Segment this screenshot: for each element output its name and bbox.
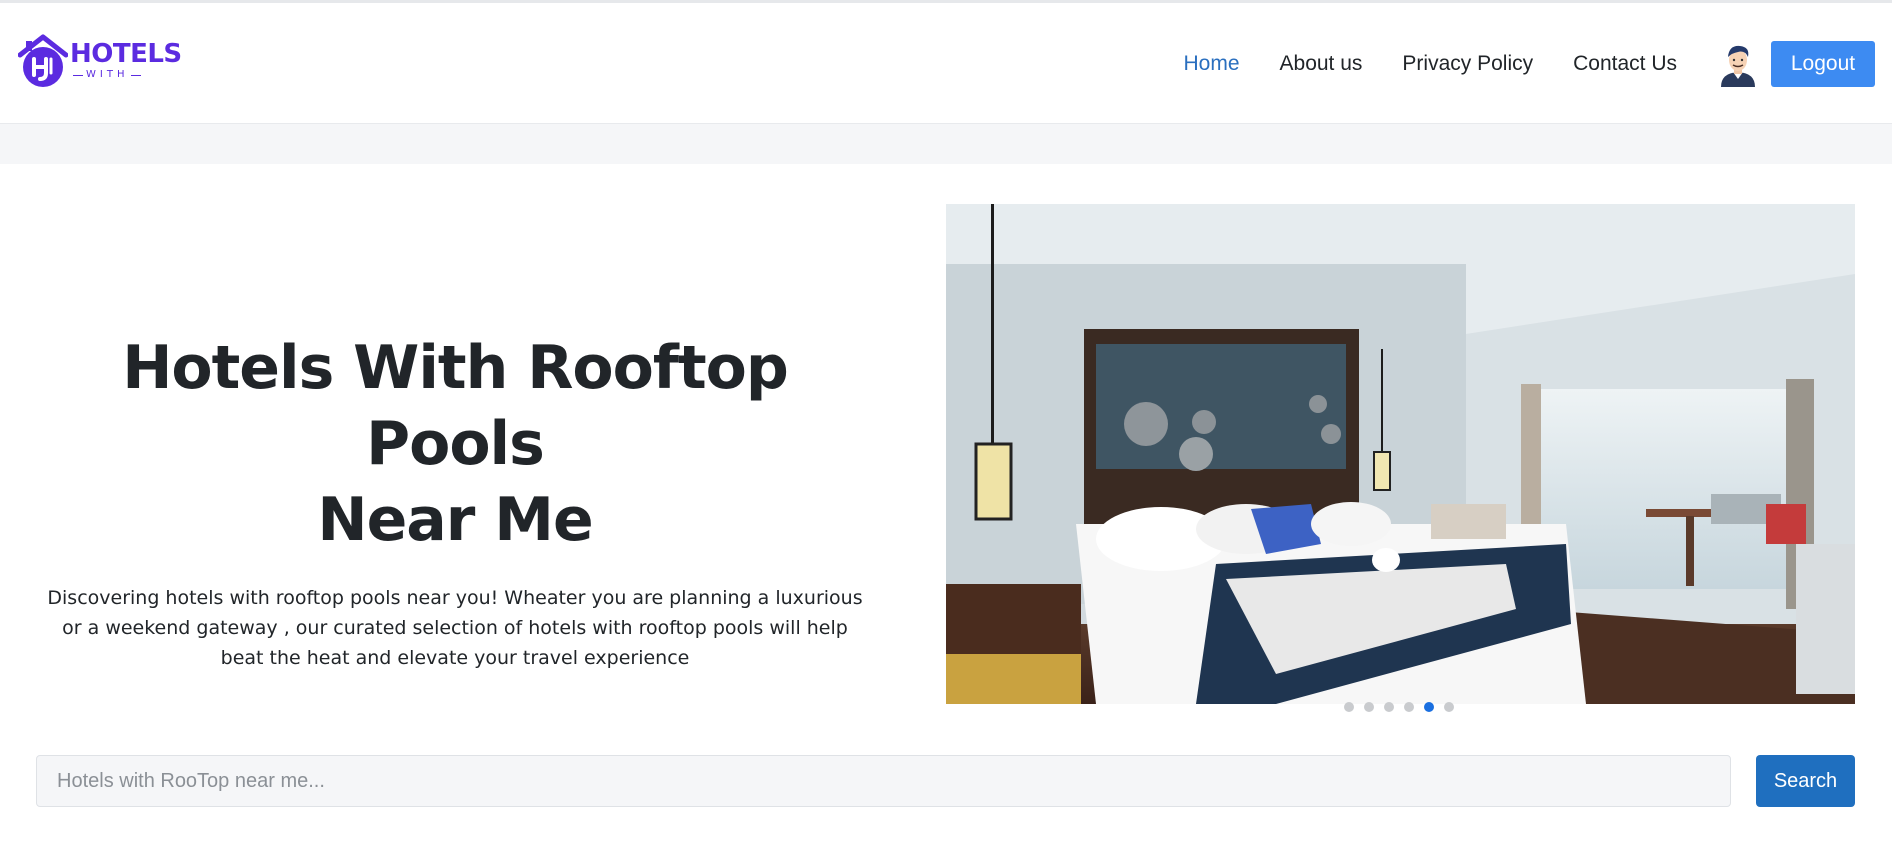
carousel-dot[interactable]: [1384, 702, 1394, 712]
navbar: HOTELS WITH Home About us Privacy Policy…: [0, 3, 1892, 124]
search-input[interactable]: [36, 755, 1731, 807]
brand-subtitle: WITH: [70, 69, 182, 81]
carousel-indicators: [1344, 702, 1464, 712]
nav-contact-us[interactable]: Contact Us: [1573, 52, 1677, 76]
user-avatar-icon[interactable]: [1717, 41, 1759, 87]
carousel-dot[interactable]: [1444, 702, 1454, 712]
hero-title-line2: Near Me: [317, 485, 593, 555]
hotel-room-photo: [946, 204, 1855, 704]
carousel-dot[interactable]: [1344, 702, 1354, 712]
nav-privacy-policy[interactable]: Privacy Policy: [1402, 52, 1533, 76]
search-button[interactable]: Search: [1756, 755, 1855, 807]
hotel-room-carousel[interactable]: [946, 204, 1855, 704]
hero-text: Hotels With Rooftop Pools Near Me Discov…: [40, 330, 870, 673]
hero-title-line1: Hotels With Rooftop Pools: [122, 333, 789, 479]
house-logo-icon: [18, 34, 68, 87]
main-nav: Home About us Privacy Policy Contact Us …: [1183, 41, 1892, 87]
hero-description: Discovering hotels with rooftop pools ne…: [47, 587, 863, 669]
carousel-dot[interactable]: [1364, 702, 1374, 712]
header-spacer-band: [0, 124, 1892, 164]
logout-button[interactable]: Logout: [1771, 41, 1875, 87]
carousel-dot-active[interactable]: [1424, 702, 1434, 712]
nav-about-us[interactable]: About us: [1280, 52, 1363, 76]
carousel-dot[interactable]: [1404, 702, 1414, 712]
hero-title: Hotels With Rooftop Pools Near Me: [40, 330, 870, 558]
brand-logo[interactable]: HOTELS WITH: [18, 33, 182, 89]
nav-home[interactable]: Home: [1183, 52, 1239, 76]
brand-name: HOTELS: [70, 39, 182, 69]
